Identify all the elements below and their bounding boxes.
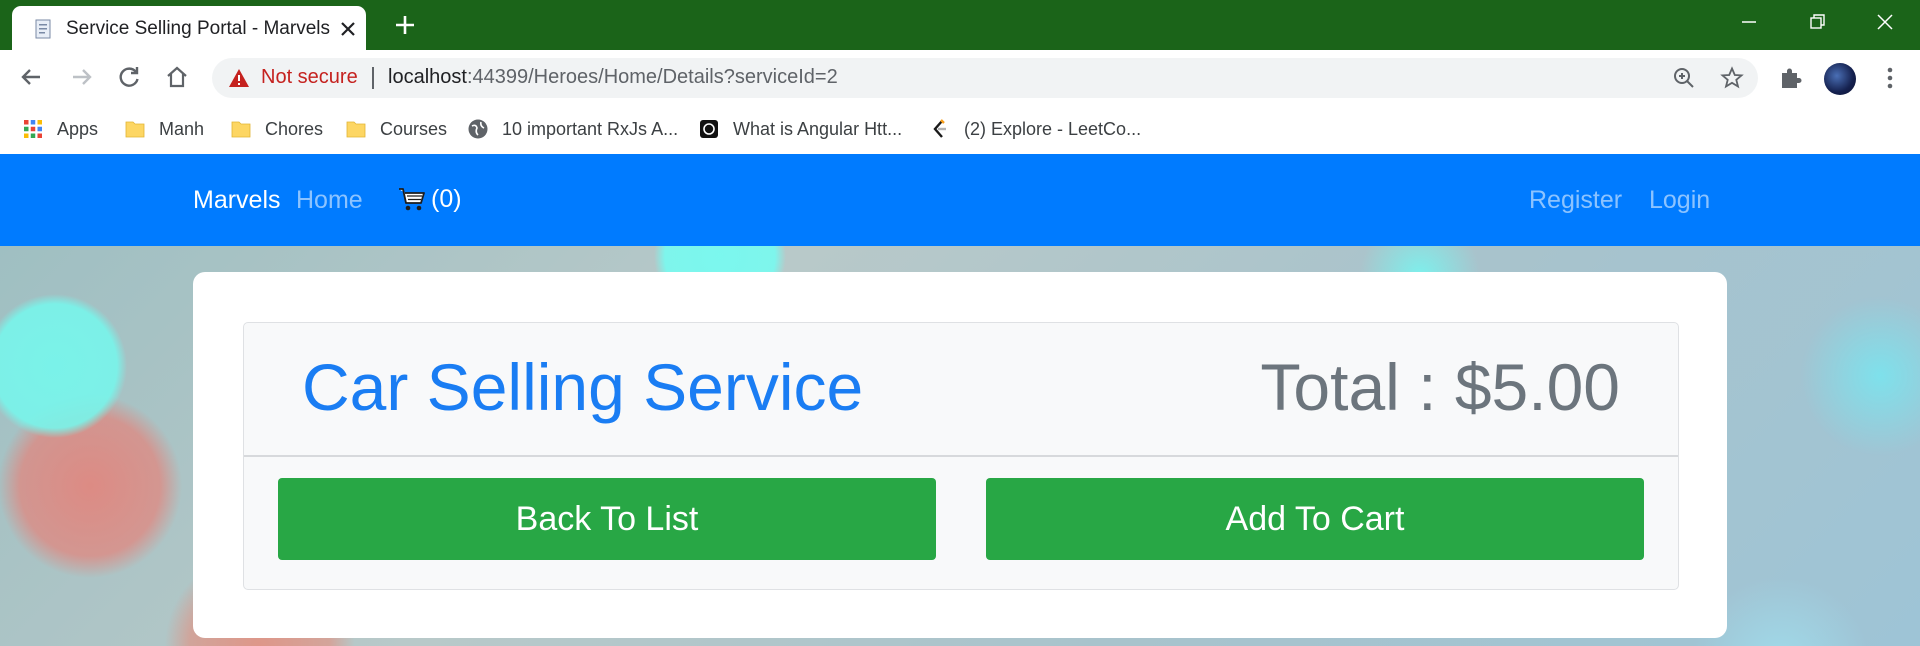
nav-register-link[interactable]: Register bbox=[1529, 186, 1622, 215]
nav-login-link[interactable]: Login bbox=[1649, 186, 1710, 215]
service-name: Car Selling Service bbox=[302, 350, 864, 424]
bookmark-label: Courses bbox=[380, 118, 448, 139]
bookmark-chores[interactable]: Chores bbox=[230, 116, 323, 142]
details-card: Car Selling Service Total : $5.00 Back T… bbox=[193, 272, 1727, 638]
bookmark-angular-http[interactable]: What is Angular Htt... bbox=[698, 116, 902, 142]
bookmark-leetcode[interactable]: (2) Explore - LeetCo... bbox=[929, 116, 1141, 142]
browser-tab-strip: Service Selling Portal - Marvels bbox=[0, 0, 1920, 50]
warning-triangle-icon[interactable] bbox=[228, 68, 250, 88]
profile-avatar[interactable] bbox=[1824, 63, 1856, 95]
folder-icon bbox=[346, 121, 366, 138]
bookmark-label: Manh bbox=[159, 118, 205, 139]
bookmark-label: Apps bbox=[57, 118, 99, 139]
folder-icon bbox=[231, 121, 251, 138]
back-arrow-icon[interactable] bbox=[18, 63, 46, 91]
bookmark-label: 10 important RxJs A... bbox=[502, 118, 679, 139]
more-menu-icon[interactable] bbox=[1876, 64, 1904, 92]
restore-icon[interactable] bbox=[1802, 10, 1832, 34]
forward-arrow-icon[interactable] bbox=[67, 63, 95, 91]
browser-toolbar: Not secure localhost:44399/Heroes/Home/D… bbox=[0, 50, 1920, 106]
globe-icon bbox=[468, 119, 488, 139]
add-to-cart-button[interactable]: Add To Cart bbox=[986, 478, 1644, 560]
url-text[interactable]: localhost:44399/Heroes/Home/Details?serv… bbox=[388, 66, 838, 89]
url-host: localhost bbox=[388, 66, 467, 88]
close-tab-icon[interactable] bbox=[338, 19, 358, 39]
new-tab-plus-icon[interactable] bbox=[392, 12, 418, 38]
details-header: Car Selling Service Total : $5.00 bbox=[244, 323, 1678, 457]
bookmark-manh[interactable]: Manh bbox=[124, 116, 204, 142]
brand-link[interactable]: Marvels bbox=[193, 186, 281, 215]
bookmark-label: Chores bbox=[265, 118, 324, 139]
site-navbar: Marvels Home (0) Register Login bbox=[0, 154, 1920, 246]
browser-tab[interactable]: Service Selling Portal - Marvels bbox=[12, 6, 366, 50]
close-window-icon[interactable] bbox=[1870, 10, 1900, 34]
bookmark-apps[interactable]: Apps bbox=[22, 116, 98, 142]
folder-icon bbox=[125, 121, 145, 138]
extensions-puzzle-icon[interactable] bbox=[1776, 64, 1804, 92]
cart-link[interactable]: (0) bbox=[397, 184, 462, 214]
bookmark-star-icon[interactable] bbox=[1720, 66, 1744, 90]
zoom-icon[interactable] bbox=[1672, 66, 1696, 90]
site-favicon-icon bbox=[700, 120, 718, 138]
url-path: :44399/Heroes/Home/Details?serviceId=2 bbox=[466, 66, 838, 88]
omnibox-divider bbox=[372, 67, 374, 89]
address-bar[interactable]: Not secure localhost:44399/Heroes/Home/D… bbox=[212, 58, 1758, 98]
bookmarks-bar: Apps Manh Chores Courses 10 important Rx… bbox=[0, 106, 1920, 155]
service-details-panel: Car Selling Service Total : $5.00 Back T… bbox=[243, 322, 1679, 590]
nav-home-link[interactable]: Home bbox=[296, 186, 363, 215]
document-favicon-icon bbox=[35, 19, 51, 39]
home-icon[interactable] bbox=[163, 63, 191, 91]
shopping-cart-icon bbox=[399, 188, 425, 211]
bookmark-courses[interactable]: Courses bbox=[345, 116, 447, 142]
cart-count: (0) bbox=[431, 184, 462, 213]
page-viewport: Marvels Home (0) Register Login Car Sell… bbox=[0, 154, 1920, 646]
leetcode-icon bbox=[933, 119, 946, 138]
bookmark-label: What is Angular Htt... bbox=[733, 118, 903, 139]
reload-icon[interactable] bbox=[115, 63, 143, 91]
minimize-icon[interactable] bbox=[1734, 10, 1764, 34]
back-to-list-button[interactable]: Back To List bbox=[278, 478, 936, 560]
tab-title: Service Selling Portal - Marvels bbox=[66, 18, 330, 39]
bookmark-rxjs[interactable]: 10 important RxJs A... bbox=[467, 116, 678, 142]
service-total: Total : $5.00 bbox=[1260, 350, 1620, 424]
bookmark-label: (2) Explore - LeetCo... bbox=[964, 118, 1142, 139]
apps-grid-icon bbox=[24, 120, 42, 138]
not-secure-label[interactable]: Not secure bbox=[261, 66, 358, 89]
